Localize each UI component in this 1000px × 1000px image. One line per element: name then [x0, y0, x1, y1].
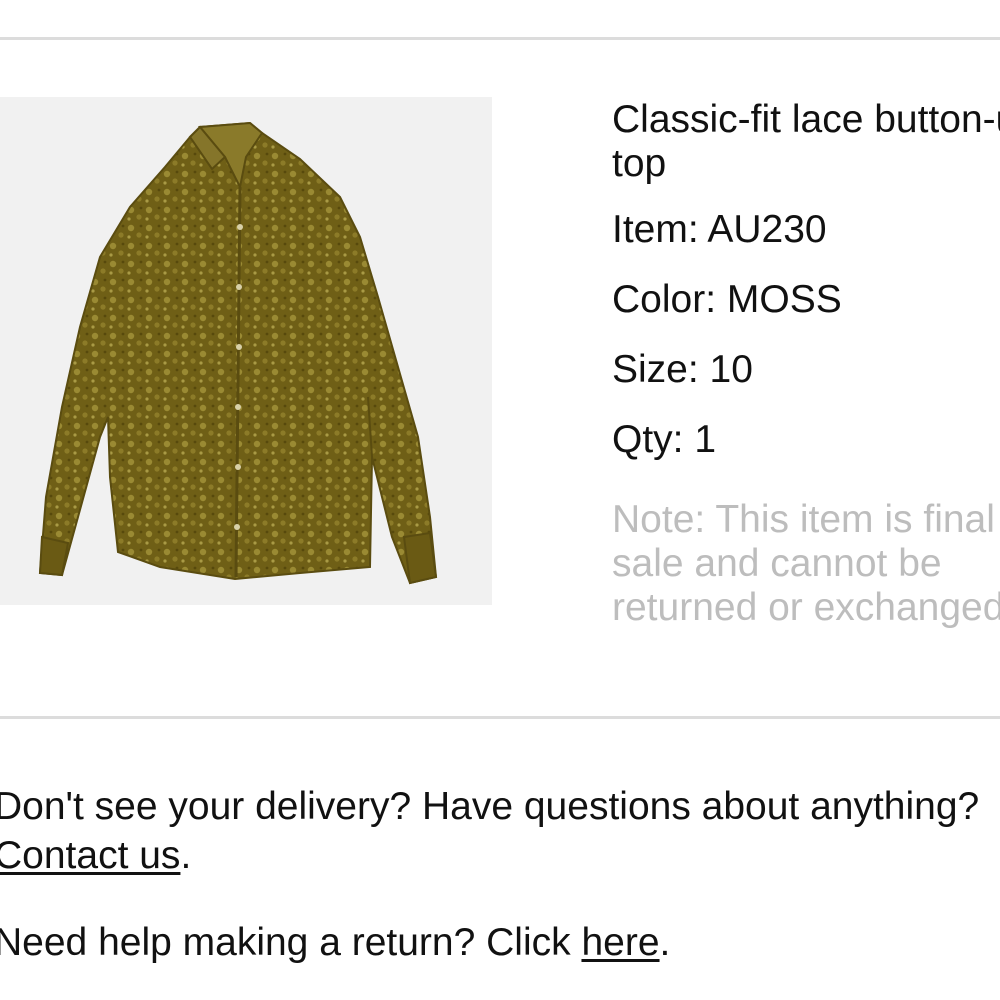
help-section: Don't see your delivery? Have questions … — [0, 783, 1000, 1000]
final-sale-note: Note: This item is final sale and cannot… — [612, 498, 1000, 629]
product-image[interactable] — [0, 97, 492, 605]
product-size: Size: 10 — [612, 348, 753, 391]
item-number: Item: AU230 — [612, 208, 827, 251]
contact-line: Contact us. — [0, 832, 1000, 879]
order-item-email: Classic-fit lace button-up top Item: AU2… — [0, 0, 1000, 1000]
product-details: Classic-fit lace button-up top Item: AU2… — [612, 98, 1000, 630]
top-divider — [0, 37, 1000, 40]
delivery-question: Don't see your delivery? Have questions … — [0, 783, 1000, 830]
return-suffix: . — [659, 921, 671, 964]
return-text: Need help making a return? Click — [0, 921, 582, 964]
return-here-link[interactable]: here — [581, 921, 659, 964]
delivery-text: Don't see your delivery? Have questions … — [0, 785, 980, 828]
contact-us-link[interactable]: Contact us — [0, 834, 180, 877]
shirt-illustration — [38, 121, 438, 585]
product-name: Classic-fit lace button-up top — [612, 98, 1000, 185]
middle-divider — [0, 716, 1000, 719]
return-line: Need help making a return? Click here. — [0, 919, 1000, 966]
contact-suffix: . — [180, 834, 192, 877]
product-color: Color: MOSS — [612, 278, 842, 321]
product-quantity: Qty: 1 — [612, 418, 717, 461]
